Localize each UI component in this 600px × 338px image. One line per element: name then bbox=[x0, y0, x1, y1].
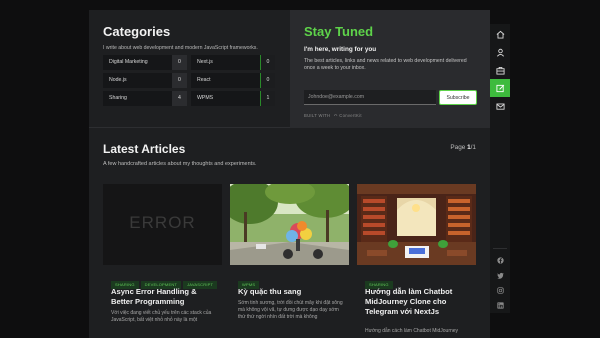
subscribe-button[interactable]: Subscribe bbox=[439, 90, 477, 105]
page-label: Page bbox=[450, 144, 466, 151]
article-thumbnail[interactable] bbox=[230, 184, 349, 265]
articles-intro: A few handcrafted articles about my thou… bbox=[103, 161, 257, 167]
article-excerpt: Hướng dẫn cách làm Chatbot MidJourney bbox=[365, 328, 459, 334]
linkedin-link[interactable] bbox=[490, 298, 510, 312]
built-with-provider: ConvertKit bbox=[339, 113, 362, 118]
side-rail bbox=[490, 24, 510, 313]
category-item[interactable]: Next.js 0 bbox=[191, 55, 275, 70]
briefcase-icon bbox=[495, 66, 505, 75]
category-name: Node.js bbox=[109, 77, 127, 83]
twitter-icon bbox=[496, 272, 504, 279]
rail-divider bbox=[493, 248, 507, 249]
categories-intro: I write about web development and modern… bbox=[103, 45, 258, 51]
category-name: Sharing bbox=[109, 95, 127, 101]
category-count: 4 bbox=[172, 91, 187, 106]
article-card[interactable]: ERROR SHARING DEVELOPMENT JAVASCRIPT Async… bbox=[103, 184, 222, 338]
library-illustration-image bbox=[357, 184, 476, 265]
top-section: Categories I write about web development… bbox=[89, 10, 490, 128]
facebook-icon bbox=[496, 256, 504, 264]
article-excerpt: Sớm tinh sương, trời đồi chút mây khi đặ… bbox=[238, 300, 343, 320]
article-tags: WPMS bbox=[238, 273, 261, 289]
category-count: 0 bbox=[172, 73, 187, 88]
articles-section: Latest Articles A few handcrafted articl… bbox=[89, 128, 490, 338]
categories-panel: Categories I write about web development… bbox=[89, 10, 290, 128]
convertkit-icon: ◠ bbox=[333, 113, 338, 118]
mail-icon bbox=[495, 103, 505, 110]
categories-row: Sharing 4 WPMS 1 bbox=[103, 91, 275, 106]
newsletter-panel: Stay Tuned I'm here, writing for you The… bbox=[290, 10, 490, 128]
nav-blog-button[interactable] bbox=[490, 79, 510, 97]
article-excerpt: Với việc đang viết chủ yếu trên các stac… bbox=[111, 310, 212, 323]
category-count: 0 bbox=[172, 55, 187, 70]
error-image-text: ERROR bbox=[129, 213, 196, 232]
nav-about-button[interactable] bbox=[490, 43, 510, 61]
pen-icon bbox=[495, 84, 504, 92]
categories-grid: Digital Marketing 0 Next.js 0 Node.js 0 bbox=[103, 55, 275, 109]
facebook-link[interactable] bbox=[490, 253, 510, 267]
category-name: Digital Marketing bbox=[109, 59, 148, 65]
built-with-label: BUILT WITH bbox=[304, 113, 331, 118]
page-total: /1 bbox=[470, 144, 476, 151]
user-icon bbox=[496, 48, 504, 57]
categories-row: Digital Marketing 0 Next.js 0 bbox=[103, 55, 275, 70]
newsletter-title: Stay Tuned bbox=[304, 24, 374, 39]
email-field[interactable] bbox=[304, 90, 436, 105]
category-count: 1 bbox=[260, 91, 275, 106]
category-item[interactable]: React 0 bbox=[191, 73, 275, 88]
categories-row: Node.js 0 React 0 bbox=[103, 73, 275, 88]
instagram-icon bbox=[496, 286, 504, 294]
category-count: 0 bbox=[260, 55, 275, 70]
category-name: React bbox=[197, 77, 211, 83]
category-item[interactable]: Digital Marketing 0 bbox=[103, 55, 187, 70]
nav-home-button[interactable] bbox=[490, 25, 510, 43]
linkedin-icon bbox=[496, 301, 504, 309]
article-title[interactable]: Hướng dẫn làm Chatbot MidJourney Clone c… bbox=[365, 287, 470, 317]
home-icon bbox=[496, 30, 504, 39]
newsletter-subtitle: I'm here, writing for you bbox=[304, 46, 377, 53]
subscribe-form: Subscribe bbox=[304, 90, 477, 105]
article-tags: SHARING DEVELOPMENT JAVASCRIPT bbox=[111, 273, 219, 289]
street-photo-image bbox=[230, 184, 349, 265]
article-tags: SHARING bbox=[365, 273, 395, 289]
articles-title: Latest Articles bbox=[103, 142, 186, 156]
article-title[interactable]: Kỳ quặc thu sang bbox=[238, 287, 343, 297]
built-with-credit[interactable]: BUILT WITH ◠ ConvertKit bbox=[304, 113, 362, 118]
main-content: Categories I write about web development… bbox=[89, 10, 490, 338]
page: Categories I write about web development… bbox=[0, 0, 600, 338]
nav-work-button[interactable] bbox=[490, 61, 510, 79]
article-thumbnail[interactable]: ERROR bbox=[103, 184, 222, 265]
category-name: Next.js bbox=[197, 59, 213, 65]
category-name: WPMS bbox=[197, 95, 214, 101]
article-thumbnail[interactable] bbox=[357, 184, 476, 265]
article-title[interactable]: Async Error Handling & Better Programmin… bbox=[111, 287, 216, 307]
twitter-link[interactable] bbox=[490, 268, 510, 282]
nav-contact-button[interactable] bbox=[490, 97, 510, 115]
page-indicator: Page 1/1 bbox=[450, 144, 476, 151]
category-item[interactable]: Node.js 0 bbox=[103, 73, 187, 88]
instagram-link[interactable] bbox=[490, 283, 510, 297]
category-count: 0 bbox=[260, 73, 275, 88]
category-item[interactable]: WPMS 1 bbox=[191, 91, 275, 106]
article-card[interactable]: WPMS Kỳ quặc thu sang Sớm tinh sương, tr… bbox=[230, 184, 349, 338]
category-item[interactable]: Sharing 4 bbox=[103, 91, 187, 106]
newsletter-description: The best articles, links and news relate… bbox=[304, 58, 467, 71]
article-card[interactable]: SHARING Hướng dẫn làm Chatbot MidJourney… bbox=[357, 184, 476, 338]
categories-title: Categories bbox=[103, 24, 171, 39]
